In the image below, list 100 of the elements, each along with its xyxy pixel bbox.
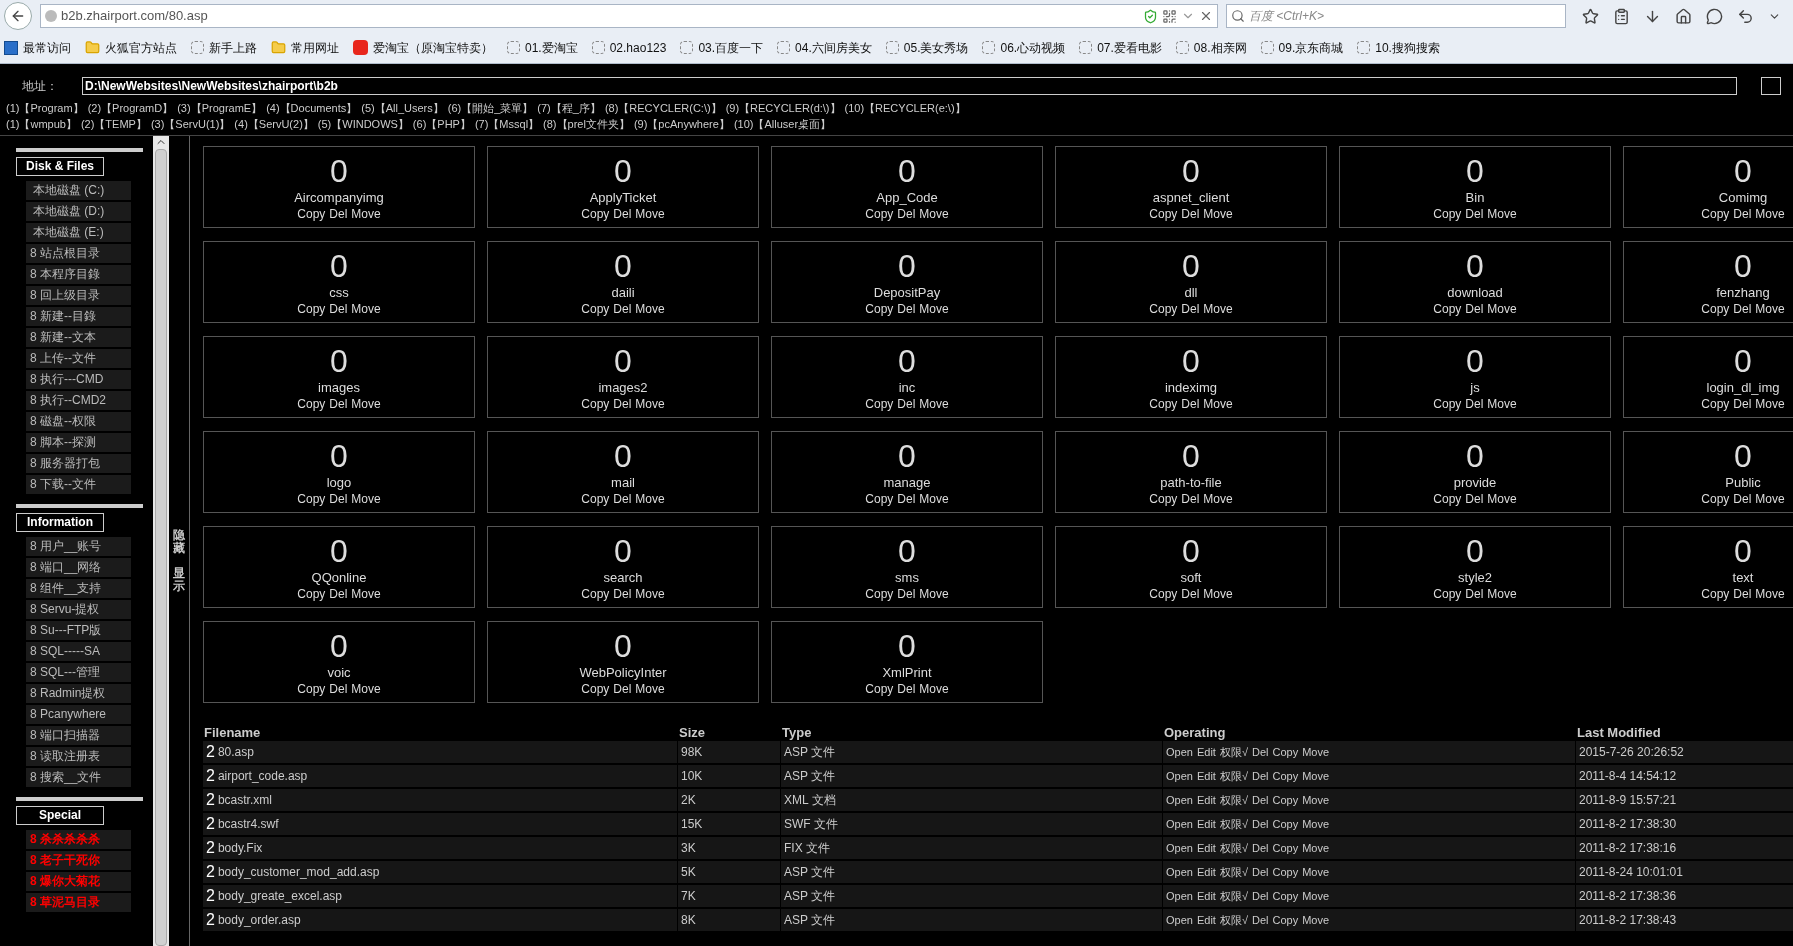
- file-name-link[interactable]: body_greate_excel.asp: [217, 887, 342, 905]
- action-link[interactable]: Del: [1181, 585, 1200, 602]
- sidebar-item[interactable]: 8 读取注册表: [26, 747, 131, 766]
- bookmark-link[interactable]: 09.京东商城: [1278, 38, 1344, 57]
- operation-link[interactable]: 权限√: [1219, 767, 1248, 785]
- operation-link[interactable]: Open: [1166, 767, 1193, 785]
- sidebar-item[interactable]: 8 用户__账号: [26, 537, 131, 556]
- quick-link[interactable]: (9)【pcAnywhere】: [633, 115, 730, 133]
- folder-tile[interactable]: 0 provide Copy Del Move: [1339, 431, 1611, 513]
- action-link[interactable]: Copy: [581, 680, 610, 697]
- action-link[interactable]: Move: [635, 205, 665, 222]
- bookmark-link[interactable]: 爱淘宝（原淘宝特卖）: [373, 38, 493, 57]
- action-link[interactable]: Copy: [1433, 395, 1462, 412]
- operation-link[interactable]: Copy: [1272, 767, 1299, 785]
- folder-tile[interactable]: 0 mail Copy Del Move: [487, 431, 759, 513]
- action-link[interactable]: Del: [329, 490, 348, 507]
- operation-link[interactable]: Open: [1166, 815, 1193, 833]
- folder-tile[interactable]: 0 fenzhang Copy Del Move: [1623, 241, 1793, 323]
- action-link[interactable]: Del: [329, 680, 348, 697]
- action-link[interactable]: Copy: [581, 300, 610, 317]
- operation-link[interactable]: Del: [1251, 815, 1269, 833]
- operation-link[interactable]: Copy: [1272, 815, 1299, 833]
- sidebar-item[interactable]: 8 端口扫描器: [26, 726, 131, 745]
- operation-link[interactable]: Edit: [1196, 815, 1216, 833]
- quick-link[interactable]: (10)【Alluser桌面】: [733, 115, 832, 133]
- close-icon[interactable]: [1199, 9, 1213, 23]
- action-link[interactable]: Copy: [865, 680, 894, 697]
- quick-link[interactable]: (10)【RECYCLER(e:\)】: [844, 99, 966, 117]
- action-link[interactable]: Del: [897, 300, 916, 317]
- home-icon[interactable]: [1675, 7, 1692, 25]
- operation-link[interactable]: Move: [1302, 911, 1330, 929]
- operation-link[interactable]: 权限√: [1219, 839, 1248, 857]
- sidebar-item[interactable]: 8 草泥马目录: [26, 893, 131, 912]
- operation-link[interactable]: Open: [1166, 887, 1193, 905]
- operation-link[interactable]: Del: [1251, 839, 1269, 857]
- folder-tile[interactable]: 0 ApplyTicket Copy Del Move: [487, 146, 759, 228]
- sidebar-item[interactable]: 8 Radmin提权: [26, 684, 131, 703]
- folder-tile[interactable]: 0 soft Copy Del Move: [1055, 526, 1327, 608]
- operation-link[interactable]: Move: [1302, 815, 1330, 833]
- action-link[interactable]: Copy: [581, 395, 610, 412]
- sidebar-item[interactable]: 8 爆你大菊花: [26, 872, 131, 891]
- quick-link[interactable]: (1)【Program】: [6, 99, 84, 117]
- folder-tile[interactable]: 0 css Copy Del Move: [203, 241, 475, 323]
- action-link[interactable]: Copy: [1701, 300, 1730, 317]
- action-link[interactable]: Copy: [581, 490, 610, 507]
- action-link[interactable]: Copy: [865, 205, 894, 222]
- bookmark-link[interactable]: 03.百度一下: [698, 38, 764, 57]
- action-link[interactable]: Move: [351, 300, 381, 317]
- operation-link[interactable]: Edit: [1196, 767, 1216, 785]
- operation-link[interactable]: 权限√: [1219, 743, 1248, 761]
- sidebar-item[interactable]: 8 杀杀杀杀杀: [26, 830, 131, 849]
- operation-link[interactable]: Del: [1251, 791, 1269, 809]
- sidebar-item[interactable]: 8 SQL---管理: [26, 663, 131, 682]
- action-link[interactable]: Move: [1203, 205, 1233, 222]
- sidebar-item[interactable]: 8 新建--文本: [26, 328, 131, 347]
- sidebar-item[interactable]: 8 执行--CMD2: [26, 391, 131, 410]
- action-link[interactable]: Move: [1755, 585, 1785, 602]
- action-link[interactable]: Move: [1487, 395, 1517, 412]
- action-link[interactable]: Del: [329, 395, 348, 412]
- operation-link[interactable]: Edit: [1196, 791, 1216, 809]
- action-link[interactable]: Del: [1465, 490, 1484, 507]
- action-link[interactable]: Del: [613, 680, 632, 697]
- sidebar-item[interactable]: 本地磁盘 (E:): [26, 223, 131, 242]
- folder-tile[interactable]: 0 logo Copy Del Move: [203, 431, 475, 513]
- action-link[interactable]: Move: [1487, 490, 1517, 507]
- sidebar-item[interactable]: 8 脚本--探测: [26, 433, 131, 452]
- action-link[interactable]: Del: [1465, 585, 1484, 602]
- folder-tile[interactable]: 0 text Copy Del Move: [1623, 526, 1793, 608]
- sidebar-item[interactable]: 本地磁盘 (C:): [26, 181, 131, 200]
- action-link[interactable]: Copy: [1433, 300, 1462, 317]
- action-link[interactable]: Del: [329, 300, 348, 317]
- operation-link[interactable]: Move: [1302, 839, 1330, 857]
- action-link[interactable]: Move: [1487, 300, 1517, 317]
- operation-link[interactable]: 权限√: [1219, 863, 1248, 881]
- action-link[interactable]: Del: [897, 490, 916, 507]
- action-link[interactable]: Move: [1203, 490, 1233, 507]
- action-link[interactable]: Del: [1465, 300, 1484, 317]
- sidebar-item[interactable]: 8 SQL-----SA: [26, 642, 131, 661]
- action-link[interactable]: Copy: [297, 300, 326, 317]
- operation-link[interactable]: Edit: [1196, 743, 1216, 761]
- action-link[interactable]: Del: [897, 395, 916, 412]
- action-link[interactable]: Del: [613, 395, 632, 412]
- action-link[interactable]: Copy: [1149, 585, 1178, 602]
- sidebar-item[interactable]: 8 搜索__文件: [26, 768, 131, 787]
- bookmark-link[interactable]: 最常访问: [23, 38, 71, 57]
- action-link[interactable]: Move: [1203, 300, 1233, 317]
- folder-tile[interactable]: 0 style2 Copy Del Move: [1339, 526, 1611, 608]
- star-icon[interactable]: [1582, 7, 1599, 25]
- action-link[interactable]: Copy: [1149, 300, 1178, 317]
- sidebar-item[interactable]: 本地磁盘 (D:): [26, 202, 131, 221]
- folder-tile[interactable]: 0 search Copy Del Move: [487, 526, 759, 608]
- action-link[interactable]: Move: [351, 680, 381, 697]
- url-field[interactable]: b2b.zhairport.com/80.asp: [40, 4, 1218, 28]
- sidebar-item[interactable]: 8 新建--目錄: [26, 307, 131, 326]
- quick-link[interactable]: (8)【RECYCLER(C:\)】: [604, 99, 722, 117]
- action-link[interactable]: Move: [1203, 585, 1233, 602]
- operation-link[interactable]: Copy: [1272, 887, 1299, 905]
- folder-tile[interactable]: 0 manage Copy Del Move: [771, 431, 1043, 513]
- quick-link[interactable]: (1)【wmpub】: [6, 115, 77, 133]
- operation-link[interactable]: Open: [1166, 863, 1193, 881]
